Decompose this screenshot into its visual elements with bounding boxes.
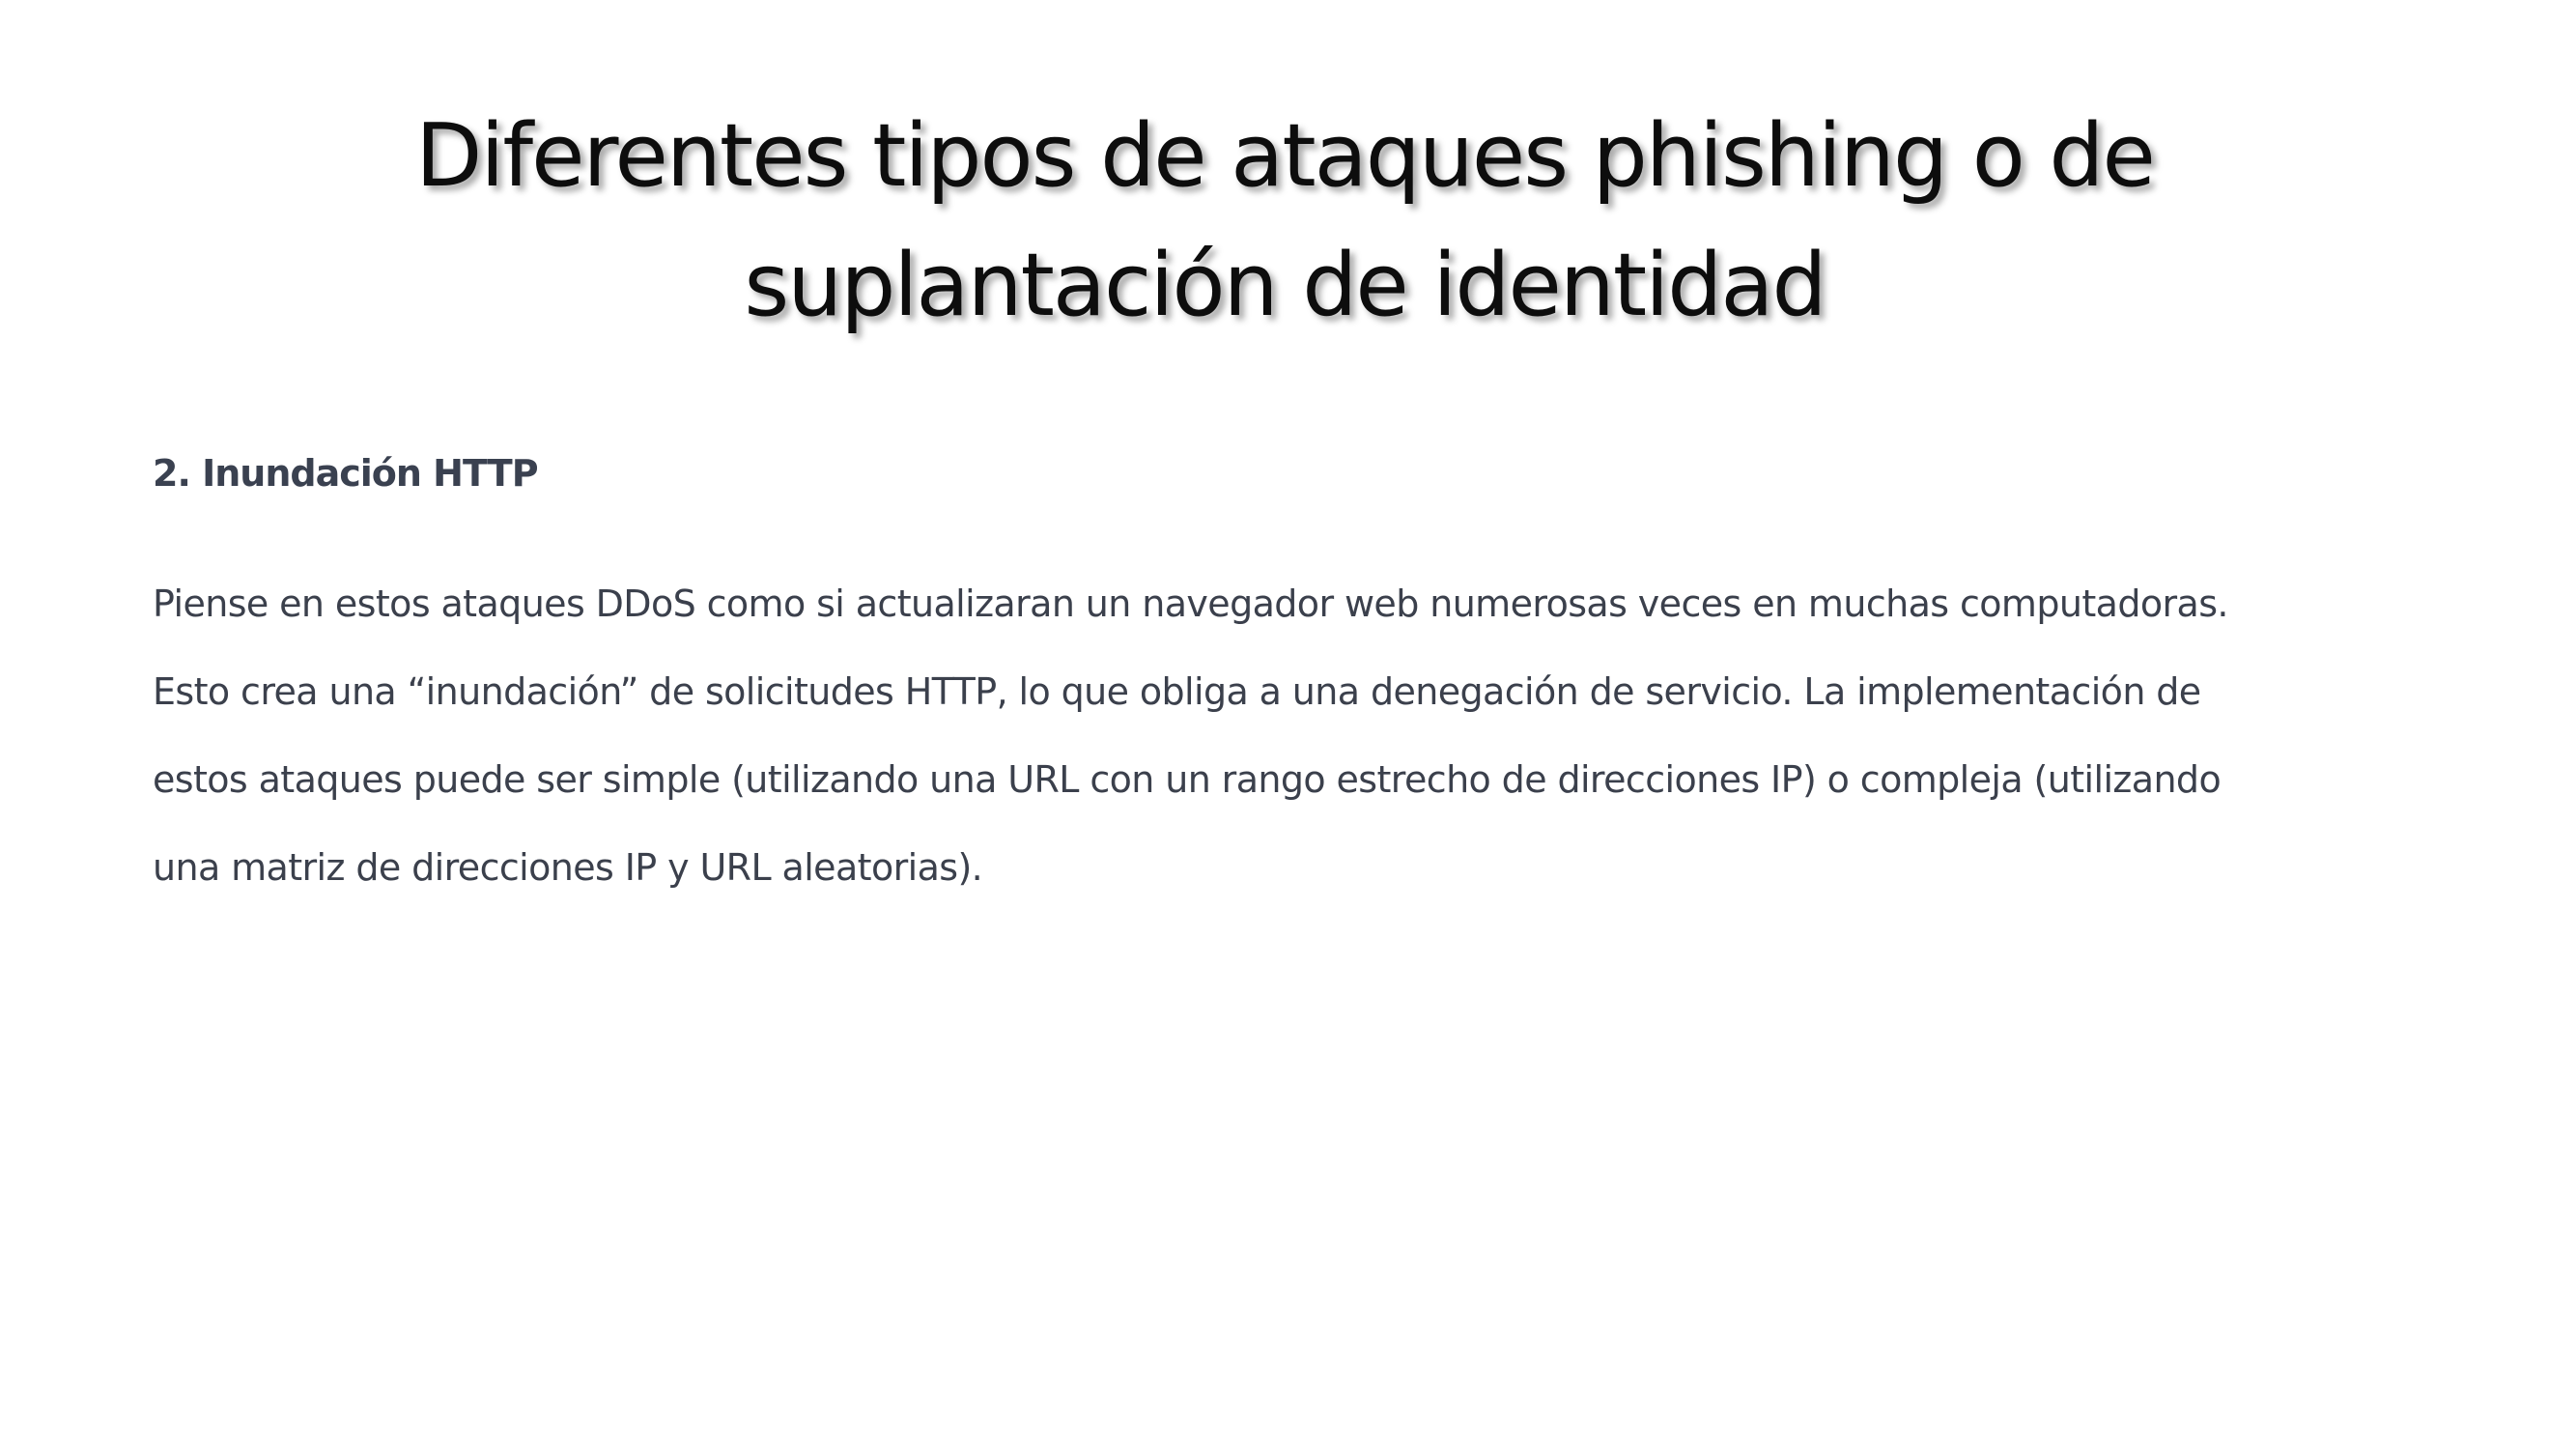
slide: Diferentes tipos de ataques phishing o d… xyxy=(0,0,2576,1449)
body-line-3: estos ataques puede ser simple (utilizan… xyxy=(153,758,2222,801)
body-line-4: una matriz de direcciones IP y URL aleat… xyxy=(153,846,983,889)
body-line-2: Esto crea una “inundación” de solicitude… xyxy=(153,670,2201,713)
body-line-1: Piense en estos ataques DDoS como si act… xyxy=(153,582,2228,625)
body-paragraph: Piense en estos ataques DDoS como si act… xyxy=(153,560,2509,912)
slide-title-line-1: Diferentes tipos de ataques phishing o d… xyxy=(415,105,2156,207)
section-heading: 2. Inundación HTTP xyxy=(153,452,539,495)
slide-title: Diferentes tipos de ataques phishing o d… xyxy=(174,92,2395,351)
slide-title-line-2: suplantación de identidad xyxy=(744,235,1826,336)
